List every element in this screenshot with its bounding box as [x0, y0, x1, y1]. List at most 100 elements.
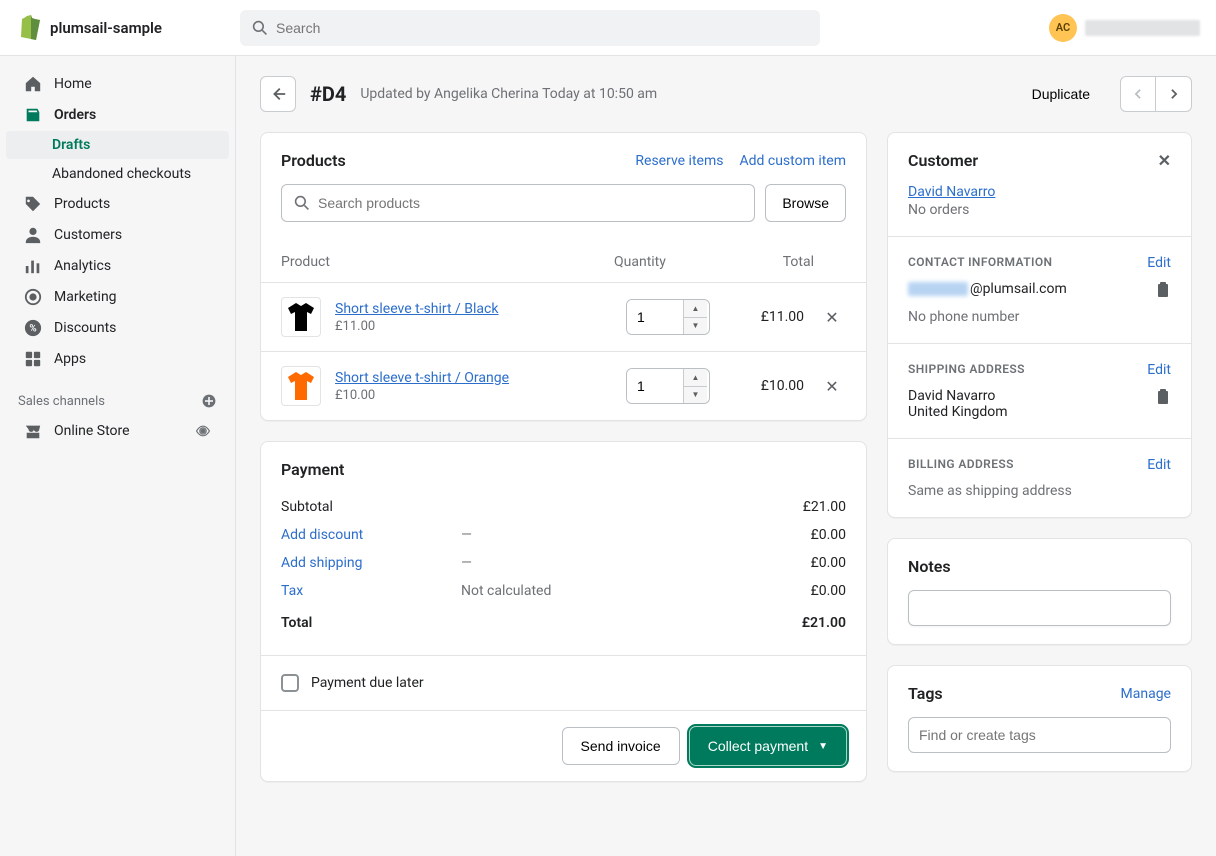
add-discount-link[interactable]: Add discount [281, 527, 461, 543]
products-title: Products [281, 151, 346, 170]
sales-channels-header: Sales channels [0, 375, 235, 415]
nav-drafts[interactable]: Drafts [6, 131, 229, 159]
remove-product-button[interactable]: ✕ [818, 308, 846, 327]
payment-due-later-label: Payment due later [311, 675, 424, 691]
top-bar: plumsail-sample AC [0, 0, 1216, 56]
page-content: #D4 Updated by Angelika Cherina Today at… [236, 56, 1216, 802]
clipboard-icon[interactable] [1155, 388, 1171, 406]
nav-abandoned-checkouts[interactable]: Abandoned checkouts [6, 160, 229, 188]
billing-same: Same as shipping address [908, 483, 1171, 499]
duplicate-button[interactable]: Duplicate [1028, 78, 1094, 110]
shipping-address-label: SHIPPING ADDRESS [908, 362, 1025, 376]
contact-info-label: CONTACT INFORMATION [908, 255, 1052, 269]
nav-label: Orders [54, 107, 96, 123]
products-card: Products Reserve items Add custom item B… [260, 132, 867, 421]
add-channel-icon[interactable] [201, 393, 217, 409]
nav-apps[interactable]: Apps [6, 344, 229, 374]
caret-down-icon: ▼ [818, 741, 828, 752]
customer-name-link[interactable]: David Navarro [908, 184, 1171, 200]
nav-analytics[interactable]: Analytics [6, 251, 229, 281]
avatar: AC [1049, 14, 1077, 42]
remove-product-button[interactable]: ✕ [818, 377, 846, 396]
notes-input[interactable] [908, 590, 1171, 626]
nav-customers[interactable]: Customers [6, 220, 229, 250]
user-name [1085, 20, 1200, 36]
collect-payment-button[interactable]: Collect payment ▼ [690, 727, 846, 765]
view-store-icon[interactable] [195, 423, 211, 439]
qty-down[interactable]: ▼ [684, 387, 707, 404]
nav-label: Products [54, 196, 110, 212]
notes-card: Notes [887, 538, 1192, 645]
store-name: plumsail-sample [50, 19, 162, 37]
user-menu[interactable]: AC [1049, 14, 1200, 42]
product-row: Short sleeve t-shirt / Orange £10.00 ▲ ▼… [261, 351, 866, 420]
discount-icon: % [24, 319, 42, 337]
total-value: £21.00 [802, 615, 846, 631]
nav-products[interactable]: Products [6, 189, 229, 219]
edit-shipping-link[interactable]: Edit [1147, 362, 1171, 378]
add-custom-item-link[interactable]: Add custom item [739, 153, 846, 169]
search-products-input[interactable] [318, 195, 742, 211]
quantity-field[interactable] [627, 300, 683, 334]
manage-tags-link[interactable]: Manage [1121, 686, 1171, 702]
quantity-input[interactable]: ▲ ▼ [626, 368, 710, 404]
page-header: #D4 Updated by Angelika Cherina Today at… [260, 76, 1192, 112]
nav-orders[interactable]: Orders [6, 100, 229, 130]
quantity-input[interactable]: ▲ ▼ [626, 299, 710, 335]
analytics-icon [24, 257, 42, 275]
nav-marketing[interactable]: Marketing [6, 282, 229, 312]
quantity-field[interactable] [627, 369, 683, 403]
nav-label: Apps [54, 351, 86, 367]
notes-title: Notes [908, 557, 1171, 576]
billing-address-label: BILLING ADDRESS [908, 457, 1014, 471]
product-price: £10.00 [335, 388, 612, 403]
nav-label: Marketing [54, 289, 117, 305]
tags-card: Tags Manage [887, 665, 1192, 772]
payment-title: Payment [281, 460, 846, 479]
payment-due-later-checkbox[interactable] [281, 674, 299, 692]
global-search-input[interactable] [276, 20, 808, 36]
search-products[interactable] [281, 184, 755, 222]
browse-button[interactable]: Browse [765, 184, 846, 222]
send-invoice-button[interactable]: Send invoice [562, 727, 680, 765]
tag-icon [24, 195, 42, 213]
nav-label: Customers [54, 227, 122, 243]
edit-billing-link[interactable]: Edit [1147, 457, 1171, 473]
row-total: £10.00 [724, 378, 804, 394]
orders-icon [24, 106, 42, 124]
customer-order-count: No orders [908, 202, 1171, 218]
pager-prev[interactable] [1120, 76, 1156, 112]
person-icon [24, 226, 42, 244]
customer-title: Customer [908, 151, 978, 170]
pager [1120, 76, 1192, 112]
nav-online-store[interactable]: Online Store [6, 416, 229, 446]
qty-up[interactable]: ▲ [684, 300, 707, 318]
product-title-link[interactable]: Short sleeve t-shirt / Orange [335, 370, 612, 386]
reserve-items-link[interactable]: Reserve items [635, 153, 723, 169]
home-icon [24, 75, 42, 93]
nav-home[interactable]: Home [6, 69, 229, 99]
logo-area: plumsail-sample [16, 14, 240, 42]
product-title-link[interactable]: Short sleeve t-shirt / Black [335, 301, 612, 317]
search-icon [294, 195, 310, 211]
nav-label: Online Store [54, 423, 130, 439]
pager-next[interactable] [1156, 76, 1192, 112]
add-shipping-link[interactable]: Add shipping [281, 555, 461, 571]
nav-label: Discounts [54, 320, 116, 336]
page-subtitle: Updated by Angelika Cherina Today at 10:… [360, 86, 657, 102]
global-search[interactable] [240, 10, 820, 46]
qty-down[interactable]: ▼ [684, 318, 707, 335]
apps-icon [24, 350, 42, 368]
tax-link[interactable]: Tax [281, 583, 461, 599]
payment-card: Payment Subtotal £21.00 Add discount — £… [260, 441, 867, 782]
clipboard-icon[interactable] [1155, 281, 1171, 299]
remove-customer-icon[interactable]: ✕ [1158, 151, 1171, 170]
qty-up[interactable]: ▲ [684, 369, 707, 387]
sidebar: Home Orders Drafts Abandoned checkouts P… [0, 56, 236, 856]
tags-input[interactable] [908, 717, 1171, 753]
edit-contact-link[interactable]: Edit [1147, 255, 1171, 271]
store-icon [24, 422, 42, 440]
subtotal-value: £21.00 [803, 499, 846, 515]
back-button[interactable] [260, 76, 296, 112]
nav-discounts[interactable]: % Discounts [6, 313, 229, 343]
